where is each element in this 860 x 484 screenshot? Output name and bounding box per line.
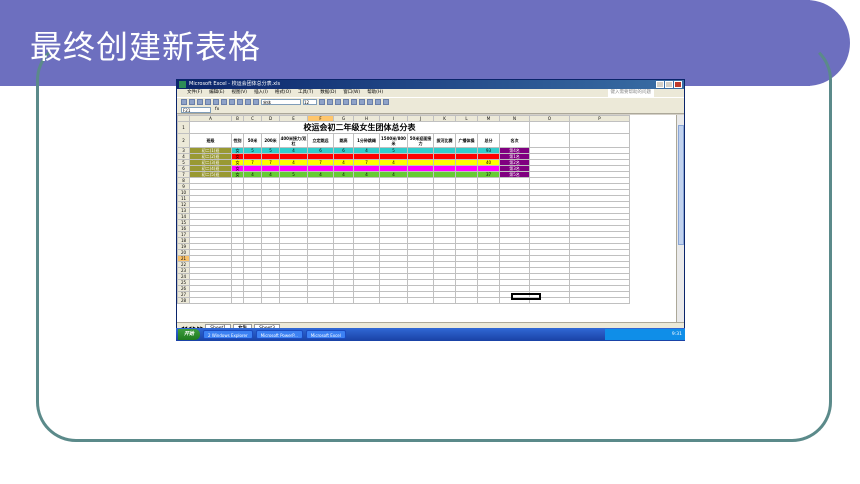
toolbar: 宋体 12 <box>177 97 684 106</box>
vertical-scrollbar[interactable] <box>676 115 684 322</box>
merge-icon[interactable] <box>367 99 373 105</box>
header-cell[interactable]: 性别 <box>231 133 244 148</box>
align-center-icon[interactable] <box>351 99 357 105</box>
menu-format[interactable]: 格式(O) <box>275 89 291 97</box>
row-header[interactable]: 28 <box>177 297 190 304</box>
sheet-table: A B C D E F G H I J K L M N O P 1 校运会初二年… <box>177 115 630 304</box>
fx-icon[interactable]: fx <box>215 107 219 112</box>
open-icon[interactable] <box>189 99 195 105</box>
header-cell[interactable]: 总分 <box>477 133 500 148</box>
font-color-icon[interactable] <box>383 99 389 105</box>
formula-bar: F21 fx <box>177 106 684 114</box>
row-header[interactable]: 2 <box>177 133 190 148</box>
maximize-button[interactable] <box>665 81 673 88</box>
active-cell-selection <box>511 293 541 300</box>
header-cell[interactable]: 广播体操 <box>455 133 478 148</box>
cell[interactable] <box>407 297 434 304</box>
menu-data[interactable]: 数据(D) <box>320 89 336 97</box>
name-box[interactable]: F21 <box>181 106 211 113</box>
cell[interactable] <box>569 297 630 304</box>
cut-icon[interactable] <box>213 99 219 105</box>
header-cell[interactable]: 50米 <box>243 133 262 148</box>
cell[interactable] <box>279 297 308 304</box>
menu-file[interactable]: 文件(F) <box>187 89 202 97</box>
cell[interactable] <box>243 297 262 304</box>
cell[interactable] <box>353 297 380 304</box>
menu-help[interactable]: 帮助(H) <box>367 89 383 97</box>
excel-app-icon <box>179 81 186 88</box>
cell[interactable] <box>569 121 630 134</box>
help-search-input[interactable]: 键入需要帮助的问题 <box>607 89 654 97</box>
menu-insert[interactable]: 插入(I) <box>254 89 268 97</box>
menu-window[interactable]: 窗口(W) <box>343 89 360 97</box>
fill-color-icon[interactable] <box>375 99 381 105</box>
cell[interactable] <box>189 297 232 304</box>
italic-icon[interactable] <box>327 99 333 105</box>
menu-view[interactable]: 视图(V) <box>231 89 247 97</box>
header-cell[interactable]: 50米迎面接力 <box>407 133 434 148</box>
window-controls <box>656 81 682 88</box>
scrollbar-thumb[interactable] <box>678 125 684 245</box>
cell[interactable] <box>261 297 280 304</box>
cell[interactable] <box>231 297 244 304</box>
table-row: 28 <box>177 297 630 304</box>
cell[interactable] <box>379 297 408 304</box>
close-button[interactable] <box>674 81 682 88</box>
header-cell[interactable]: 班级 <box>189 133 232 148</box>
taskbar-item[interactable]: 2 Windows Explorer <box>203 330 253 339</box>
cell[interactable] <box>455 297 478 304</box>
font-size-select[interactable]: 12 <box>303 99 317 105</box>
excel-titlebar: Microsoft Excel - 校运会团体总分表.xls <box>177 80 684 89</box>
spreadsheet-grid[interactable]: A B C D E F G H I J K L M N O P 1 校运会初二年… <box>177 115 677 322</box>
underline-icon[interactable] <box>335 99 341 105</box>
excel-window: Microsoft Excel - 校运会团体总分表.xls 文件(F) 编辑(… <box>176 79 685 341</box>
windows-taskbar: 开始 2 Windows Explorer Microsoft PowerP..… <box>176 328 685 341</box>
header-cell[interactable]: 拔河比赛 <box>433 133 456 148</box>
minimize-button[interactable] <box>656 81 664 88</box>
table-row: 2 班级 性别 50米 200米 400米接力/双杠 立定跳远 跳高 1分钟跳绳… <box>177 133 630 148</box>
header-cell[interactable]: 1500米/800米 <box>379 133 408 148</box>
bold-icon[interactable] <box>319 99 325 105</box>
slide-title: 最终创建新表格 <box>30 28 262 66</box>
menu-bar: 文件(F) 编辑(E) 视图(V) 插入(I) 格式(O) 工具(T) 数据(D… <box>177 89 684 97</box>
font-select[interactable]: 宋体 <box>261 99 301 105</box>
cell[interactable] <box>333 297 354 304</box>
sheet-title-cell[interactable]: 校运会初二年级女生团体总分表 <box>189 121 530 134</box>
header-cell[interactable]: 立定跳远 <box>307 133 334 148</box>
paste-icon[interactable] <box>229 99 235 105</box>
taskbar-item[interactable]: Microsoft PowerP... <box>255 330 303 339</box>
save-icon[interactable] <box>197 99 203 105</box>
cell[interactable] <box>529 121 570 134</box>
cell[interactable] <box>477 297 500 304</box>
window-title: Microsoft Excel - 校运会团体总分表.xls <box>189 81 281 87</box>
cell[interactable] <box>433 297 456 304</box>
header-cell[interactable]: 名次 <box>499 133 530 148</box>
header-cell[interactable]: 跳高 <box>333 133 354 148</box>
header-cell[interactable]: 200米 <box>261 133 280 148</box>
table-row: 1 校运会初二年级女生团体总分表 <box>177 121 630 134</box>
cell[interactable] <box>529 133 570 148</box>
chart-icon[interactable] <box>253 99 259 105</box>
undo-icon[interactable] <box>237 99 243 105</box>
row-header[interactable]: 1 <box>177 121 190 134</box>
sum-icon[interactable] <box>245 99 251 105</box>
menu-edit[interactable]: 编辑(E) <box>209 89 224 97</box>
new-icon[interactable] <box>181 99 187 105</box>
system-tray-clock: 9:31 <box>605 329 685 340</box>
copy-icon[interactable] <box>221 99 227 105</box>
print-icon[interactable] <box>205 99 211 105</box>
cell[interactable] <box>307 297 334 304</box>
align-right-icon[interactable] <box>359 99 365 105</box>
align-left-icon[interactable] <box>343 99 349 105</box>
menu-tools[interactable]: 工具(T) <box>298 89 313 97</box>
start-button[interactable]: 开始 <box>178 329 201 340</box>
taskbar-item[interactable]: Microsoft Excel <box>305 330 346 339</box>
header-cell[interactable]: 1分钟跳绳 <box>353 133 380 148</box>
cell[interactable] <box>569 133 630 148</box>
header-cell[interactable]: 400米接力/双杠 <box>279 133 308 148</box>
